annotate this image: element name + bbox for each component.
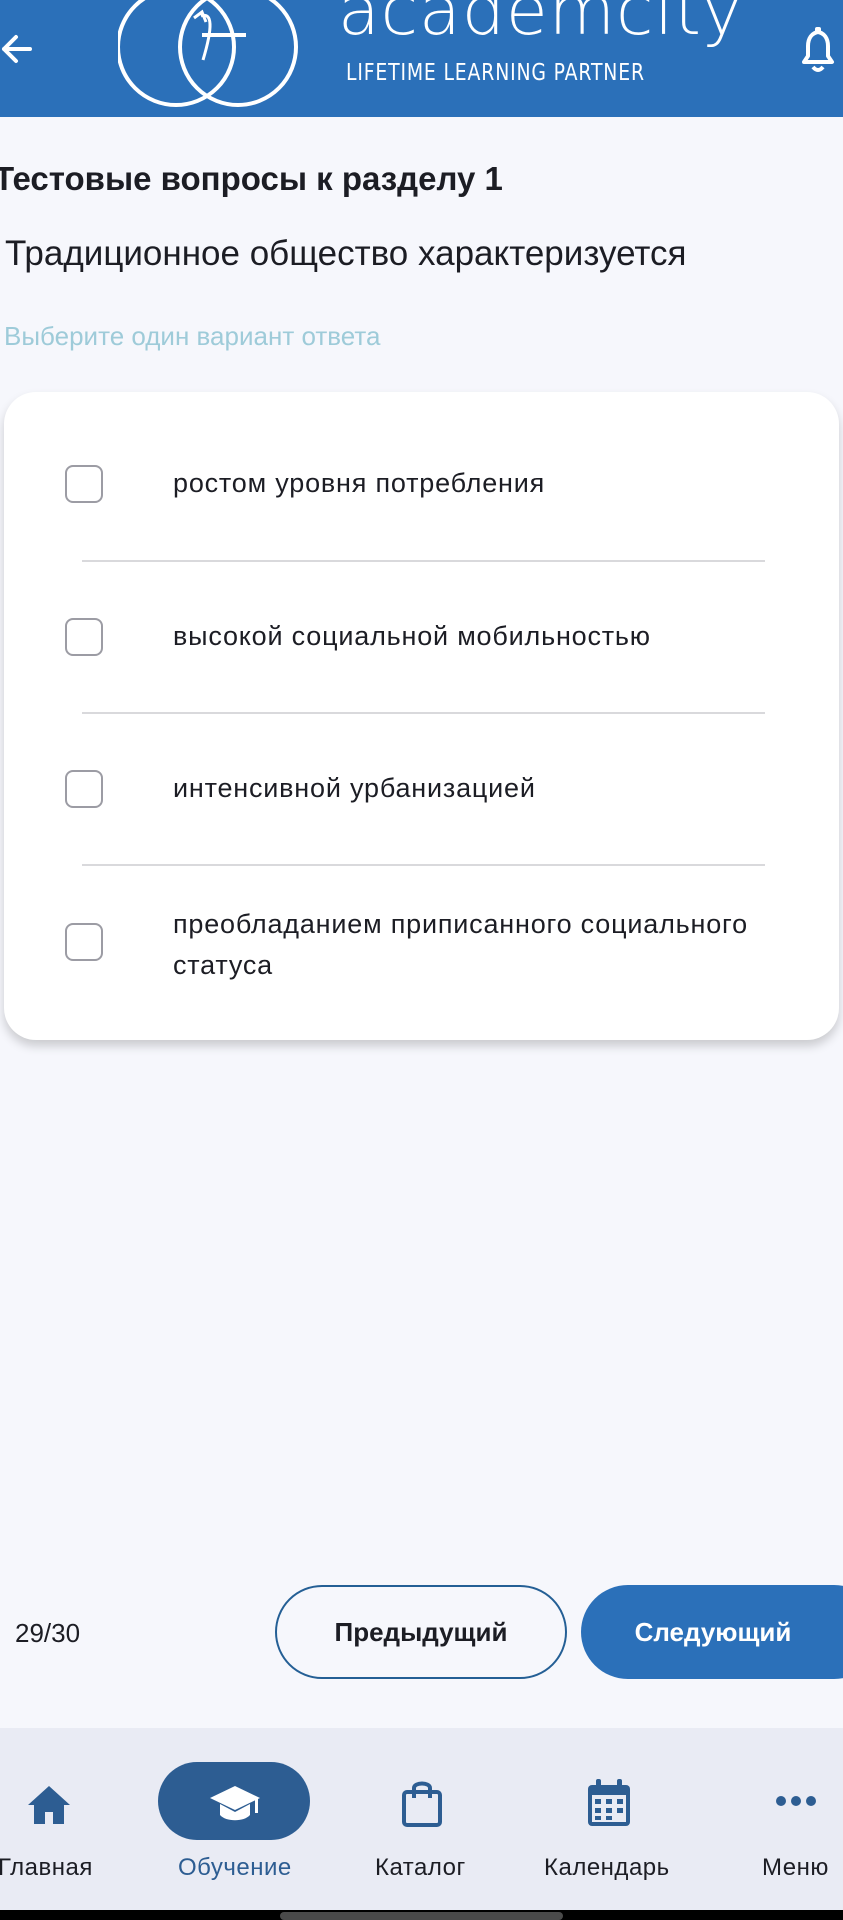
nav-label: Обучение (178, 1854, 292, 1881)
option-label: ростом уровня потребления (173, 468, 546, 498)
logo-tagline: LIFETIME LEARNING PARTNER (346, 60, 645, 86)
answer-hint: Выберите один вариант ответа (4, 321, 381, 351)
nav-item-learning[interactable]: Обучение (158, 1728, 310, 1910)
bell-icon[interactable] (798, 24, 838, 76)
back-arrow-icon[interactable] (0, 28, 34, 70)
option-checkbox[interactable] (65, 770, 103, 808)
question-counter: 29/30 (15, 1618, 81, 1648)
graduation-cap-icon (210, 1786, 260, 1821)
app-header: academcity LIFETIME LEARNING PARTNER (0, 0, 843, 117)
option-checkbox[interactable] (65, 923, 103, 961)
home-icon (28, 1786, 70, 1824)
nav-label: Меню (762, 1854, 829, 1881)
more-dots-icon (776, 1796, 816, 1806)
option-divider (82, 560, 765, 562)
nav-label: Календарь (544, 1854, 670, 1881)
nav-item-calendar[interactable]: Календарь (542, 1728, 674, 1910)
logo-mark-icon (118, 0, 298, 107)
option-checkbox[interactable] (65, 465, 103, 503)
next-button[interactable]: Следующий (581, 1585, 843, 1679)
calendar-icon (588, 1779, 630, 1826)
nav-label: Главная (0, 1854, 93, 1881)
option-label: преобладанием приписанного социального с… (173, 909, 748, 980)
nav-item-home[interactable]: Главная (0, 1728, 96, 1910)
nav-item-catalog[interactable]: Каталог (372, 1728, 472, 1910)
logo-wordmark: academcity (338, 0, 744, 51)
home-indicator[interactable] (280, 1912, 563, 1920)
question-text: Традиционное общество характеризуется (5, 234, 687, 273)
option-divider (82, 712, 765, 714)
section-title: Тестовые вопросы к разделу 1 (0, 160, 503, 197)
option-divider (82, 864, 765, 866)
previous-button[interactable]: Предыдущий (275, 1585, 567, 1679)
option-label: высокой социальной мобильностью (173, 621, 651, 651)
option-checkbox[interactable] (65, 618, 103, 656)
option-label: интенсивной урбанизацией (173, 773, 536, 803)
nav-item-menu[interactable]: Меню (755, 1728, 843, 1910)
shopping-bag-icon (402, 1781, 442, 1827)
answer-options-card: ростом уровня потребления высокой социал… (4, 392, 839, 1040)
nav-label: Каталог (375, 1854, 466, 1881)
bottom-navigation: Главная Обучение Каталог Календарь Меню (0, 1728, 843, 1910)
